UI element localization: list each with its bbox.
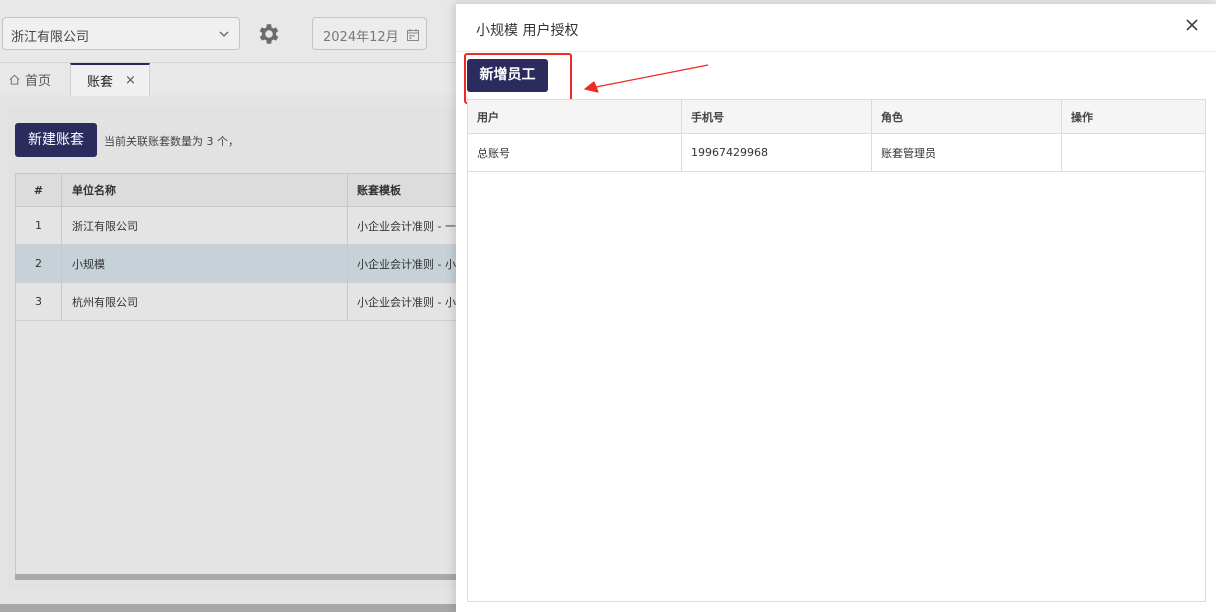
column-header-user: 用户	[468, 100, 682, 133]
row-template: 小企业会计准则 - 小	[357, 295, 456, 309]
tab-bar: 首页 账套 ×	[0, 62, 456, 96]
column-header-actions: 操作	[1071, 110, 1093, 124]
company-select-value: 浙江有限公司	[11, 30, 90, 45]
row-index: 1	[16, 207, 62, 244]
tab-home[interactable]: 首页	[8, 63, 51, 96]
horizontal-scrollbar[interactable]	[15, 574, 456, 580]
gear-icon[interactable]	[256, 21, 282, 47]
column-header: #	[16, 174, 62, 206]
table-row[interactable]: 1 浙江有限公司 小企业会计准则 - 一	[16, 207, 457, 245]
table-row[interactable]: 2 小规模 小企业会计准则 - 小	[16, 245, 457, 283]
close-icon[interactable]	[1184, 17, 1200, 33]
staff-table-header: 用户 手机号 角色 操作	[468, 100, 1205, 134]
cell-role: 账套管理员	[872, 134, 1062, 171]
tab-accounts-label: 账套	[87, 75, 114, 90]
tab-accounts[interactable]: 账套 ×	[70, 63, 150, 96]
drawer-title: 小规模 用户授权	[476, 23, 579, 39]
cell-phone: 19967429968	[682, 134, 872, 171]
column-header: 账套模板	[357, 184, 401, 197]
home-icon	[9, 74, 20, 85]
cell-user: 总账号	[468, 134, 682, 171]
top-toolbar: 浙江有限公司 2024年12月	[0, 0, 456, 62]
annotation-arrow	[584, 64, 709, 93]
row-name: 小规模	[62, 245, 348, 282]
table-row[interactable]: 总账号 19967429968 账套管理员	[468, 134, 1205, 172]
chevron-down-icon	[219, 31, 229, 37]
account-count-text: 当前关联账套数量为 3 个，	[104, 135, 239, 148]
row-name: 浙江有限公司	[62, 207, 348, 244]
row-template: 小企业会计准则 - 一	[357, 219, 456, 233]
table-row[interactable]: 3 杭州有限公司 小企业会计准则 - 小	[16, 283, 457, 321]
company-select[interactable]: 浙江有限公司	[2, 17, 240, 50]
column-header: 单位名称	[62, 174, 348, 206]
tab-home-label: 首页	[25, 74, 52, 89]
period-value: 2024年12月	[323, 30, 399, 45]
staff-table: 用户 手机号 角色 操作 总账号 19967429968 账套管理员	[467, 99, 1206, 602]
user-auth-drawer: 小规模 用户授权 新增员工 用户 手机号 角色 操作 总账号 199674299…	[456, 4, 1216, 612]
period-picker[interactable]: 2024年12月	[312, 17, 427, 50]
row-template: 小企业会计准则 - 小	[357, 257, 456, 271]
cell-actions[interactable]	[1062, 134, 1205, 171]
drawer-header: 小规模 用户授权	[456, 4, 1216, 52]
row-index: 2	[16, 245, 62, 282]
new-account-button[interactable]: 新建账套	[15, 123, 97, 157]
accounts-table-header: # 单位名称 账套模板	[16, 174, 457, 207]
tab-close-icon[interactable]: ×	[125, 73, 136, 88]
accounts-table: # 单位名称 账套模板 1 浙江有限公司 小企业会计准则 - 一 2 小规模 小…	[15, 173, 457, 577]
bottom-strip	[0, 604, 456, 612]
column-header-role: 角色	[872, 100, 1062, 133]
highlight-box	[464, 53, 572, 104]
calendar-icon	[407, 29, 419, 41]
row-index: 3	[16, 283, 62, 320]
column-header-phone: 手机号	[682, 100, 872, 133]
row-name: 杭州有限公司	[62, 283, 348, 320]
